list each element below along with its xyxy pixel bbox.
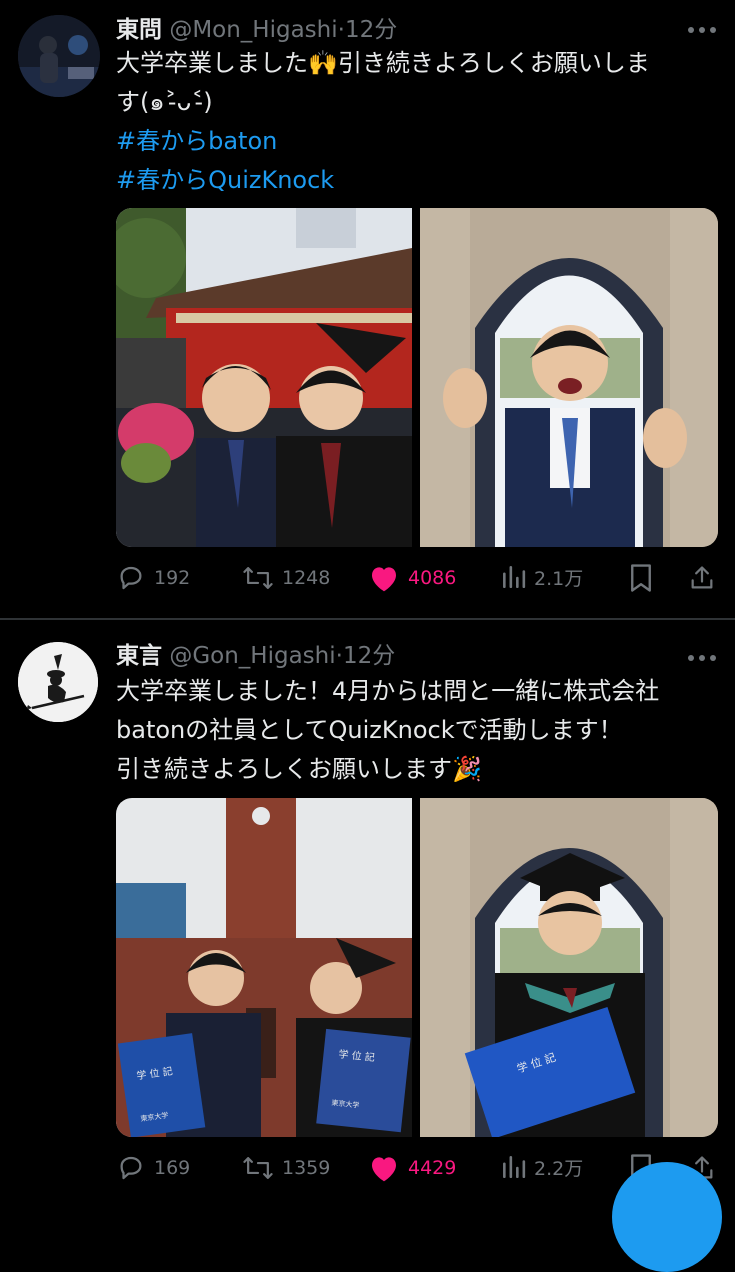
tweet-header: 東問 @Mon_Higashi·12分 <box>116 10 397 44</box>
retweet-count: 1248 <box>282 567 331 589</box>
tweet-1[interactable]: 東問 @Mon_Higashi·12分 大学卒業しました🙌引き続きよろしくお願い… <box>0 0 735 618</box>
media-grid: 学 位 記 東京大学 学 位 記 東京大学 学 位 記 <box>116 798 718 1137</box>
user-handle[interactable]: @Gon_Higashi <box>169 643 335 669</box>
photo-temple-gate[interactable] <box>116 208 412 547</box>
retweet-icon <box>243 1157 273 1179</box>
reply-count: 192 <box>154 567 191 589</box>
timestamp[interactable]: 12分 <box>343 643 395 669</box>
more-icon[interactable] <box>687 12 717 42</box>
reply-icon <box>120 566 142 590</box>
share-icon <box>691 566 713 589</box>
views-icon <box>503 1155 526 1179</box>
tweet-text-line: 大学卒業しました🙌引き続きよろしくお願いしま <box>116 49 650 77</box>
views-icon <box>503 565 526 589</box>
views-count: 2.2万 <box>534 1157 584 1180</box>
tweet-text: 大学卒業しました！4月からは問と一緒に株式会社 batonの社員としてQuizK… <box>116 672 716 789</box>
media-grid <box>116 208 718 547</box>
separator-dot: · <box>335 643 343 669</box>
views-button[interactable]: 2.1万 <box>500 563 583 591</box>
tweet-text-line: batonの社員としてQuizKnockで活動します！ <box>116 716 623 744</box>
photo-graduation-gown[interactable]: 学 位 記 <box>420 798 718 1137</box>
more-icon[interactable] <box>687 640 717 670</box>
avatar[interactable] <box>18 642 98 722</box>
timestamp[interactable]: 12分 <box>345 17 397 43</box>
views-button[interactable]: 2.2万 <box>500 1153 583 1181</box>
tweet-header: 東言 @Gon_Higashi·12分 <box>116 636 395 670</box>
retweet-button[interactable]: 1359 <box>242 1153 330 1183</box>
reply-button[interactable]: 192 <box>116 563 190 593</box>
tweet-text-line: 大学卒業しました！4月からは問と一緒に株式会社 <box>116 677 660 705</box>
retweet-count: 1359 <box>282 1157 331 1179</box>
display-name[interactable]: 東言 <box>116 643 162 669</box>
like-count: 4086 <box>408 567 457 589</box>
like-button[interactable]: 4086 <box>368 563 456 593</box>
action-bar: 192 1248 4086 2.1万 <box>116 563 718 593</box>
bookmark-button[interactable] <box>628 563 654 593</box>
views-count: 2.1万 <box>534 567 584 590</box>
hashtag-link[interactable]: #春からQuizKnock <box>116 161 716 200</box>
reply-count: 169 <box>154 1157 191 1179</box>
reply-button[interactable]: 169 <box>116 1153 190 1183</box>
user-handle[interactable]: @Mon_Higashi <box>169 17 337 43</box>
like-icon <box>372 1157 396 1182</box>
hashtag-link[interactable]: #春からbaton <box>116 122 716 161</box>
tweet-2[interactable]: 東言 @Gon_Higashi·12分 大学卒業しました！4月からは問と一緒に株… <box>0 620 735 1200</box>
share-button[interactable] <box>688 563 716 593</box>
display-name[interactable]: 東問 <box>116 17 162 43</box>
separator-dot: · <box>337 17 345 43</box>
retweet-icon <box>243 567 273 589</box>
like-icon <box>372 567 396 592</box>
like-count: 4429 <box>408 1157 457 1179</box>
like-button[interactable]: 4429 <box>368 1153 456 1183</box>
retweet-button[interactable]: 1248 <box>242 563 330 593</box>
tweet-text-line: す(๑˃̵ᴗ˂̵) <box>116 88 213 116</box>
avatar[interactable] <box>18 15 100 97</box>
avatar-image <box>18 15 100 97</box>
photo-arch-window[interactable] <box>420 208 718 547</box>
photo-clock-tower[interactable]: 学 位 記 東京大学 学 位 記 東京大学 <box>116 798 412 1137</box>
avatar-image <box>18 642 98 722</box>
tweet-text: 大学卒業しました🙌引き続きよろしくお願いしま す(๑˃̵ᴗ˂̵) #春からbat… <box>116 44 716 200</box>
compose-button[interactable] <box>612 1162 722 1272</box>
tweet-text-line: 引き続きよろしくお願いします🎉 <box>116 755 482 783</box>
reply-icon <box>120 1156 142 1180</box>
bookmark-icon <box>631 564 651 592</box>
